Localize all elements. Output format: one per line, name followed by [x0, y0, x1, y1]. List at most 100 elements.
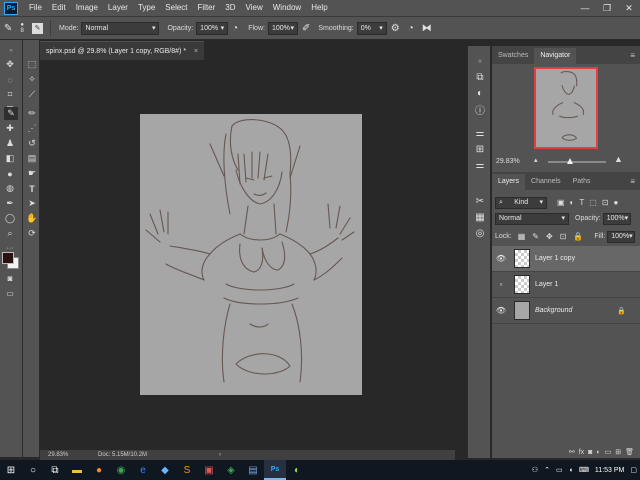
magic-wand-tool-icon[interactable]: ✧	[25, 73, 39, 86]
notifications-icon[interactable]: ▢	[630, 466, 637, 474]
group-folder-icon[interactable]: ▭	[605, 448, 612, 456]
tab-navigator[interactable]: Navigator	[534, 48, 577, 64]
keyboard-icon[interactable]: ⌨	[579, 466, 589, 474]
close-button[interactable]: ✕	[618, 0, 640, 16]
trash-icon[interactable]: 🗑	[625, 448, 634, 456]
gradient-tool-icon[interactable]: ▤	[25, 152, 39, 165]
task-view-icon[interactable]: ⧉	[44, 460, 66, 480]
brush-settings-icon[interactable]: ✎	[32, 22, 44, 34]
file-explorer-icon[interactable]: ▬	[66, 460, 88, 480]
move-tool-icon[interactable]: ✥	[3, 58, 17, 71]
screen-mode-icon[interactable]: ▭	[3, 287, 17, 300]
fx-icon[interactable]: fx	[579, 449, 584, 456]
search-icon[interactable]: ○	[22, 460, 44, 480]
new-layer-icon[interactable]: ⊞	[615, 448, 621, 456]
pencil-tool-icon[interactable]: ✏	[25, 107, 39, 120]
navigator-thumbnail[interactable]	[534, 67, 598, 149]
color-icon[interactable]: ◐	[472, 86, 488, 100]
pressure-size-icon[interactable]: ◔	[408, 23, 414, 34]
brush-preset-icon[interactable]: ✎	[4, 23, 12, 34]
menu-layer[interactable]: Layer	[103, 0, 133, 16]
history-brush-tool-icon[interactable]: ↺	[25, 137, 39, 150]
clock[interactable]: 11:53 PM	[595, 467, 624, 474]
lock-options-icons[interactable]: ▦✎✥⊡🔒	[518, 232, 591, 241]
menu-window[interactable]: Window	[268, 0, 306, 16]
firefox-icon[interactable]: ●	[88, 460, 110, 480]
menu-filter[interactable]: Filter	[193, 0, 221, 16]
stamp-tool-icon[interactable]: ♟	[3, 137, 17, 150]
status-menu-arrow[interactable]: ›	[219, 452, 221, 458]
flow-input[interactable]: 100% ▾	[267, 21, 298, 35]
mixer-brush-tool-icon[interactable]: ⋰	[25, 122, 39, 135]
windows-start-icon[interactable]: ⊞	[0, 460, 22, 480]
healing-tool-icon[interactable]: ✚	[3, 122, 17, 135]
eraser-tool-icon[interactable]: ◧	[3, 152, 17, 165]
panel-menu-icon[interactable]: ≡	[630, 48, 635, 64]
collapse-icon[interactable]: »	[4, 44, 18, 57]
menu-edit[interactable]: Edit	[47, 0, 71, 16]
lasso-tool-icon[interactable]: ◌	[3, 73, 17, 86]
adjustments-icon[interactable]: ⚌	[472, 126, 488, 140]
menu-help[interactable]: Help	[306, 0, 332, 16]
mode-dropdown[interactable]: Normal ▾	[81, 21, 160, 35]
pressure-opacity-icon[interactable]: ◔	[232, 23, 238, 34]
chrome-icon[interactable]: ◉	[110, 460, 132, 480]
panel-menu-icon[interactable]: ≡	[630, 174, 635, 190]
libraries-icon[interactable]: ◎	[472, 226, 488, 240]
app-icon[interactable]: ◆	[154, 460, 176, 480]
layer-row[interactable]: 👁 Background 🔒	[492, 298, 640, 324]
expand-icon[interactable]: «	[472, 54, 488, 68]
brush-size-picker[interactable]: ● 8	[20, 22, 24, 34]
type-tool-icon[interactable]: T	[25, 182, 39, 195]
menu-view[interactable]: View	[241, 0, 268, 16]
gear-icon[interactable]: ⚙	[391, 23, 400, 34]
blur-tool-icon[interactable]: ●	[3, 167, 17, 180]
network-icon[interactable]: ▭	[556, 466, 563, 474]
layer-row[interactable]: ▫ Layer 1	[492, 272, 640, 298]
add-mask-icon[interactable]: ◙	[588, 449, 592, 456]
link-layers-icon[interactable]: ⚯	[569, 448, 575, 456]
ellipse-tool-icon[interactable]: ◯	[3, 212, 17, 225]
photoshop-taskbar-icon[interactable]: Ps	[264, 460, 286, 480]
menu-image[interactable]: Image	[71, 0, 103, 16]
app-icon[interactable]: ◈	[220, 460, 242, 480]
blend-mode-dropdown[interactable]: Normal ▾	[495, 212, 569, 225]
foreground-color-swatch[interactable]	[2, 252, 14, 264]
fill-input[interactable]: 100% ▾	[607, 230, 636, 243]
visibility-off-icon[interactable]: ▫	[492, 280, 510, 289]
sublime-icon[interactable]: S	[176, 460, 198, 480]
properties-icon[interactable]: ⊞	[472, 142, 488, 156]
symmetry-icon[interactable]: ⧓	[422, 23, 432, 34]
layer-opacity-input[interactable]: 100% ▾	[602, 212, 631, 225]
crop-tool-icon[interactable]: ⌗	[3, 88, 17, 101]
menu-select[interactable]: Select	[160, 0, 192, 16]
smudge-tool-icon[interactable]: ☛	[25, 167, 39, 180]
menu-3d[interactable]: 3D	[220, 0, 240, 16]
rotate-view-tool-icon[interactable]: ⟳	[25, 227, 39, 240]
brush-tool-icon[interactable]: ✎	[4, 107, 18, 120]
zoom-out-icon[interactable]: ▴	[534, 156, 538, 164]
zoom-tool-icon[interactable]: ⌕	[3, 227, 17, 240]
menu-type[interactable]: Type	[133, 0, 160, 16]
brushes-icon[interactable]: ▦	[472, 210, 488, 224]
eye-icon[interactable]: 👁	[492, 254, 510, 263]
layer-row[interactable]: 👁 Layer 1 copy	[492, 246, 640, 272]
dodge-tool-icon[interactable]: ◍	[3, 182, 17, 195]
pen-tool-icon[interactable]: ✒	[3, 197, 17, 210]
opacity-input[interactable]: 100% ▾	[196, 21, 229, 35]
info-icon[interactable]: ⓘ	[472, 102, 488, 117]
navigator-zoom-slider[interactable]	[548, 161, 606, 163]
menu-file[interactable]: File	[24, 0, 47, 16]
layer-filter-icons[interactable]: ▣◐T⬚⊡●	[557, 198, 623, 207]
chevron-up-icon[interactable]: ⌃	[544, 466, 550, 474]
tab-swatches[interactable]: Swatches	[492, 48, 534, 64]
navigator-zoom[interactable]: 29.83%	[496, 158, 520, 165]
close-icon[interactable]: ×	[194, 48, 198, 55]
document-tab[interactable]: spinx.psd @ 29.8% (Layer 1 copy, RGB/8#)…	[40, 41, 205, 60]
history-icon[interactable]: ⧉	[472, 70, 488, 84]
adjustment-layer-icon[interactable]: ◐	[596, 449, 600, 456]
tab-paths[interactable]: Paths	[567, 174, 597, 190]
minimize-button[interactable]: —	[574, 0, 596, 16]
eyedropper-tool-icon[interactable]: ⟋	[25, 88, 39, 101]
quick-mask-icon[interactable]: ◙	[3, 272, 17, 285]
